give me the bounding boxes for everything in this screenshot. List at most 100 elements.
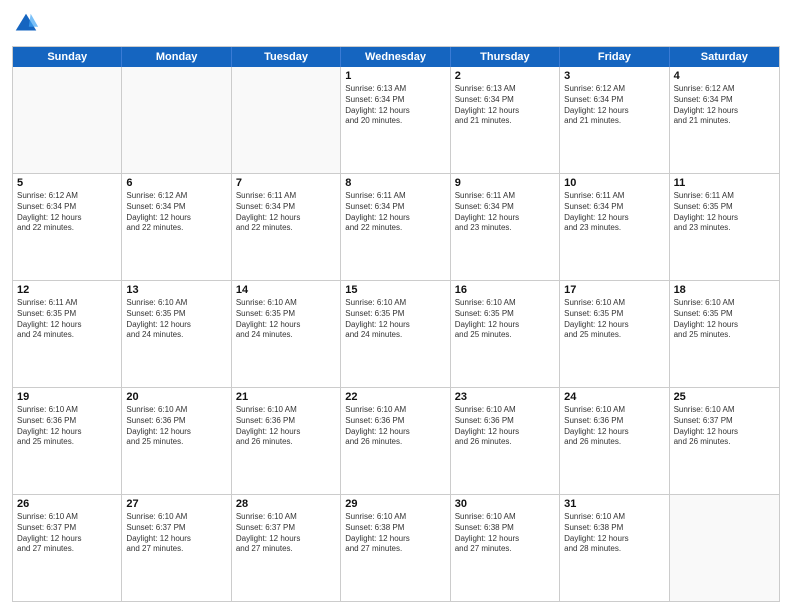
- day-info: Sunrise: 6:10 AM Sunset: 6:38 PM Dayligh…: [564, 512, 664, 555]
- day-info: Sunrise: 6:12 AM Sunset: 6:34 PM Dayligh…: [564, 84, 664, 127]
- day-info: Sunrise: 6:11 AM Sunset: 6:34 PM Dayligh…: [455, 191, 555, 234]
- day-number: 17: [564, 284, 664, 296]
- day-number: 9: [455, 177, 555, 189]
- calendar-week-row: 5 Sunrise: 6:12 AM Sunset: 6:34 PM Daylig…: [13, 174, 779, 281]
- calendar-day-22: 22 Sunrise: 6:10 AM Sunset: 6:36 PM Dayli…: [341, 388, 450, 494]
- day-info: Sunrise: 6:11 AM Sunset: 6:35 PM Dayligh…: [674, 191, 775, 234]
- day-info: Sunrise: 6:10 AM Sunset: 6:35 PM Dayligh…: [564, 298, 664, 341]
- calendar-day-5: 5 Sunrise: 6:12 AM Sunset: 6:34 PM Daylig…: [13, 174, 122, 280]
- day-header-monday: Monday: [122, 47, 231, 67]
- calendar-header: SundayMondayTuesdayWednesdayThursdayFrid…: [13, 47, 779, 67]
- day-info: Sunrise: 6:10 AM Sunset: 6:35 PM Dayligh…: [674, 298, 775, 341]
- calendar-day-17: 17 Sunrise: 6:10 AM Sunset: 6:35 PM Dayli…: [560, 281, 669, 387]
- day-header-wednesday: Wednesday: [341, 47, 450, 67]
- day-number: 25: [674, 391, 775, 403]
- day-number: 19: [17, 391, 117, 403]
- day-header-friday: Friday: [560, 47, 669, 67]
- day-info: Sunrise: 6:10 AM Sunset: 6:35 PM Dayligh…: [345, 298, 445, 341]
- day-info: Sunrise: 6:10 AM Sunset: 6:36 PM Dayligh…: [126, 405, 226, 448]
- calendar-day-25: 25Sunrise: 6:10 AM Sunset: 6:37 PM Dayli…: [670, 388, 779, 494]
- day-number: 4: [674, 70, 775, 82]
- calendar-day-15: 15 Sunrise: 6:10 AM Sunset: 6:35 PM Dayli…: [341, 281, 450, 387]
- day-number: 21: [236, 391, 336, 403]
- calendar-day-26: 26Sunrise: 6:10 AM Sunset: 6:37 PM Dayli…: [13, 495, 122, 601]
- day-info: Sunrise: 6:13 AM Sunset: 6:34 PM Dayligh…: [455, 84, 555, 127]
- day-number: 18: [674, 284, 775, 296]
- calendar-day-29: 29 Sunrise: 6:10 AM Sunset: 6:38 PM Dayli…: [341, 495, 450, 601]
- day-number: 29: [345, 498, 445, 510]
- day-info: Sunrise: 6:10 AM Sunset: 6:36 PM Dayligh…: [564, 405, 664, 448]
- calendar-day-7: 7 Sunrise: 6:11 AM Sunset: 6:34 PM Daylig…: [232, 174, 341, 280]
- calendar-day-31: 31 Sunrise: 6:10 AM Sunset: 6:38 PM Dayli…: [560, 495, 669, 601]
- calendar-body: 1 Sunrise: 6:13 AM Sunset: 6:34 PM Daylig…: [13, 67, 779, 601]
- calendar-day-16: 16Sunrise: 6:10 AM Sunset: 6:35 PM Dayli…: [451, 281, 560, 387]
- calendar-day-19: 19 Sunrise: 6:10 AM Sunset: 6:36 PM Dayli…: [13, 388, 122, 494]
- calendar-day-27: 27Sunrise: 6:10 AM Sunset: 6:37 PM Dayli…: [122, 495, 231, 601]
- day-info: Sunrise: 6:10 AM Sunset: 6:35 PM Dayligh…: [126, 298, 226, 341]
- day-number: 24: [564, 391, 664, 403]
- day-info: Sunrise: 6:12 AM Sunset: 6:34 PM Dayligh…: [126, 191, 226, 234]
- calendar-week-row: 1 Sunrise: 6:13 AM Sunset: 6:34 PM Daylig…: [13, 67, 779, 174]
- calendar-week-row: 26 Sunrise: 6:10 AM Sunset: 6:37 PM Dayli…: [13, 495, 779, 601]
- calendar-empty-cell: [122, 67, 231, 173]
- day-info: Sunrise: 6:10 AM Sunset: 6:38 PM Dayligh…: [345, 512, 445, 555]
- day-info: Sunrise: 6:10 AM Sunset: 6:36 PM Dayligh…: [17, 405, 117, 448]
- day-info: Sunrise: 6:10 AM Sunset: 6:36 PM Dayligh…: [455, 405, 555, 448]
- calendar-empty-cell: [13, 67, 122, 173]
- day-number: 28: [236, 498, 336, 510]
- day-number: 22: [345, 391, 445, 403]
- day-info: Sunrise: 6:11 AM Sunset: 6:34 PM Dayligh…: [564, 191, 664, 234]
- day-number: 5: [17, 177, 117, 189]
- calendar-day-18: 18 Sunrise: 6:10 AM Sunset: 6:35 PM Dayli…: [670, 281, 779, 387]
- day-info: Sunrise: 6:10 AM Sunset: 6:35 PM Dayligh…: [455, 298, 555, 341]
- day-number: 14: [236, 284, 336, 296]
- calendar-day-21: 21 Sunrise: 6:10 AM Sunset: 6:36 PM Dayli…: [232, 388, 341, 494]
- day-header-tuesday: Tuesday: [232, 47, 341, 67]
- calendar-week-row: 12 Sunrise: 6:11 AM Sunset: 6:35 PM Dayli…: [13, 281, 779, 388]
- calendar-day-2: 2 Sunrise: 6:13 AM Sunset: 6:34 PM Daylig…: [451, 67, 560, 173]
- header: [12, 10, 780, 38]
- calendar-day-20: 20Sunrise: 6:10 AM Sunset: 6:36 PM Dayli…: [122, 388, 231, 494]
- day-info: Sunrise: 6:11 AM Sunset: 6:34 PM Dayligh…: [236, 191, 336, 234]
- day-info: Sunrise: 6:10 AM Sunset: 6:36 PM Dayligh…: [345, 405, 445, 448]
- day-info: Sunrise: 6:13 AM Sunset: 6:34 PM Dayligh…: [345, 84, 445, 127]
- day-number: 11: [674, 177, 775, 189]
- calendar-day-9: 9 Sunrise: 6:11 AM Sunset: 6:34 PM Daylig…: [451, 174, 560, 280]
- day-number: 30: [455, 498, 555, 510]
- calendar-empty-cell: [670, 495, 779, 601]
- calendar-day-24: 24 Sunrise: 6:10 AM Sunset: 6:36 PM Dayli…: [560, 388, 669, 494]
- calendar-day-8: 8Sunrise: 6:11 AM Sunset: 6:34 PM Daylig…: [341, 174, 450, 280]
- day-number: 1: [345, 70, 445, 82]
- day-info: Sunrise: 6:11 AM Sunset: 6:34 PM Dayligh…: [345, 191, 445, 234]
- day-number: 23: [455, 391, 555, 403]
- calendar-day-6: 6 Sunrise: 6:12 AM Sunset: 6:34 PM Daylig…: [122, 174, 231, 280]
- calendar-day-30: 30 Sunrise: 6:10 AM Sunset: 6:38 PM Dayli…: [451, 495, 560, 601]
- calendar: SundayMondayTuesdayWednesdayThursdayFrid…: [12, 46, 780, 602]
- calendar-empty-cell: [232, 67, 341, 173]
- day-number: 2: [455, 70, 555, 82]
- day-info: Sunrise: 6:12 AM Sunset: 6:34 PM Dayligh…: [674, 84, 775, 127]
- logo: [12, 10, 44, 38]
- day-number: 7: [236, 177, 336, 189]
- day-number: 31: [564, 498, 664, 510]
- day-number: 26: [17, 498, 117, 510]
- day-header-saturday: Saturday: [670, 47, 779, 67]
- day-info: Sunrise: 6:10 AM Sunset: 6:36 PM Dayligh…: [236, 405, 336, 448]
- day-number: 13: [126, 284, 226, 296]
- calendar-day-3: 3Sunrise: 6:12 AM Sunset: 6:34 PM Daylig…: [560, 67, 669, 173]
- calendar-day-28: 28Sunrise: 6:10 AM Sunset: 6:37 PM Dayli…: [232, 495, 341, 601]
- day-info: Sunrise: 6:10 AM Sunset: 6:38 PM Dayligh…: [455, 512, 555, 555]
- day-info: Sunrise: 6:10 AM Sunset: 6:37 PM Dayligh…: [126, 512, 226, 555]
- day-number: 12: [17, 284, 117, 296]
- calendar-day-23: 23 Sunrise: 6:10 AM Sunset: 6:36 PM Dayli…: [451, 388, 560, 494]
- day-info: Sunrise: 6:12 AM Sunset: 6:34 PM Dayligh…: [17, 191, 117, 234]
- calendar-day-14: 14Sunrise: 6:10 AM Sunset: 6:35 PM Dayli…: [232, 281, 341, 387]
- day-header-thursday: Thursday: [451, 47, 560, 67]
- calendar-day-13: 13 Sunrise: 6:10 AM Sunset: 6:35 PM Dayli…: [122, 281, 231, 387]
- day-number: 15: [345, 284, 445, 296]
- day-info: Sunrise: 6:11 AM Sunset: 6:35 PM Dayligh…: [17, 298, 117, 341]
- day-number: 10: [564, 177, 664, 189]
- day-number: 6: [126, 177, 226, 189]
- calendar-day-10: 10 Sunrise: 6:11 AM Sunset: 6:34 PM Dayli…: [560, 174, 669, 280]
- logo-icon: [12, 10, 40, 38]
